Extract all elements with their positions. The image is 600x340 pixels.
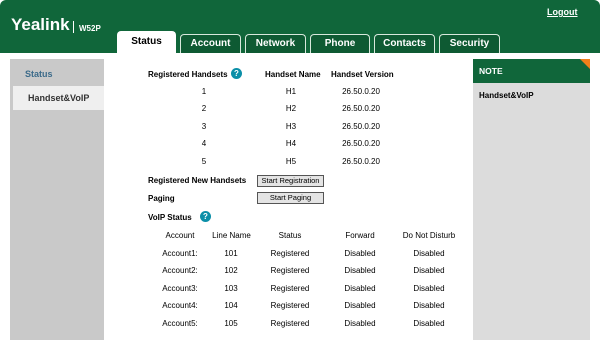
handset-number: 2 — [201, 104, 207, 113]
voip-line-name: 105 — [224, 319, 238, 328]
tab-account[interactable]: Account — [180, 34, 241, 53]
voip-line-name: 101 — [224, 249, 238, 258]
voip-forward: Disabled — [344, 301, 376, 310]
voip-forward: Disabled — [344, 319, 376, 328]
handset-version: 26.50.0.20 — [342, 104, 380, 113]
voip-status: Registered — [270, 284, 310, 293]
voip-status: Registered — [270, 249, 310, 258]
handset-version: 26.50.0.20 — [342, 122, 380, 131]
handset-name: H3 — [285, 122, 297, 131]
voip-line-name: 103 — [224, 284, 238, 293]
note-title: NOTE — [473, 59, 590, 83]
header-bar: Yealink W52P Logout Status Account Netwo… — [0, 0, 600, 53]
handset-number: 4 — [201, 139, 207, 148]
help-icon[interactable]: ? — [231, 68, 242, 79]
handset-name: H4 — [285, 139, 297, 148]
handset-number: 3 — [201, 122, 207, 131]
handset-number: 1 — [201, 87, 207, 96]
help-icon[interactable]: ? — [200, 211, 211, 222]
tab-phone[interactable]: Phone — [310, 34, 370, 53]
handset-version: 26.50.0.20 — [342, 157, 380, 166]
registered-handsets-title: Registered Handsets — [148, 70, 228, 79]
handset-version: 26.50.0.20 — [342, 87, 380, 96]
brand-logo: Yealink — [11, 15, 70, 34]
handset-number: 5 — [201, 157, 207, 166]
note-corner-flag — [580, 59, 590, 69]
note-text: Handset&VoIP — [479, 91, 534, 100]
tab-security[interactable]: Security — [439, 34, 500, 53]
model-name: W52P — [79, 24, 101, 33]
voip-dnd: Disabled — [413, 266, 445, 275]
voip-dnd: Disabled — [413, 319, 445, 328]
voip-account: Account3: — [162, 284, 198, 293]
voip-account: Account5: — [162, 319, 198, 328]
handset-name: H2 — [285, 104, 297, 113]
voip-line-name: 104 — [224, 301, 238, 310]
voip-header-dnd: Do Not Disturb — [402, 231, 456, 240]
sidebar-item-handset-voip[interactable]: Handset&VoIP — [13, 86, 104, 110]
voip-dnd: Disabled — [413, 249, 445, 258]
paging-label: Paging — [148, 194, 175, 203]
voip-forward: Disabled — [344, 266, 376, 275]
voip-header-status: Status — [278, 231, 302, 240]
handset-version: 26.50.0.20 — [342, 139, 380, 148]
voip-header-line-name: Line Name — [212, 231, 251, 240]
voip-dnd: Disabled — [413, 301, 445, 310]
voip-header-account: Account — [165, 231, 195, 240]
tab-contacts[interactable]: Contacts — [374, 34, 435, 53]
main-content: Registered Handsets ? Handset Name Hands… — [104, 59, 471, 340]
start-paging-button[interactable]: Start Paging — [257, 192, 324, 204]
voip-account: Account4: — [162, 301, 198, 310]
registered-new-handsets-label: Registered New Handsets — [148, 176, 247, 185]
start-registration-button[interactable]: Start Registration — [257, 175, 324, 187]
voip-status: Registered — [270, 319, 310, 328]
handset-name: H5 — [285, 157, 297, 166]
handset-version-header: Handset Version — [331, 70, 394, 79]
voip-account: Account1: — [162, 249, 198, 258]
voip-status: Registered — [270, 266, 310, 275]
voip-dnd: Disabled — [413, 284, 445, 293]
sidebar-item-status[interactable]: Status — [10, 62, 104, 86]
voip-account: Account2: — [162, 266, 198, 275]
tab-status[interactable]: Status — [117, 31, 176, 53]
sidebar: Status Handset&VoIP — [10, 59, 104, 340]
voip-line-name: 102 — [224, 266, 238, 275]
voip-status: Registered — [270, 301, 310, 310]
voip-forward: Disabled — [344, 249, 376, 258]
tab-network[interactable]: Network — [245, 34, 306, 53]
voip-forward: Disabled — [344, 284, 376, 293]
voip-status-title: VoIP Status — [148, 213, 192, 222]
logo-divider — [73, 21, 74, 33]
handset-name-header: Handset Name — [265, 70, 321, 79]
voip-header-forward: Forward — [345, 231, 375, 240]
note-panel: NOTE Handset&VoIP — [473, 59, 590, 340]
logout-link[interactable]: Logout — [547, 7, 578, 17]
handset-name: H1 — [285, 87, 297, 96]
